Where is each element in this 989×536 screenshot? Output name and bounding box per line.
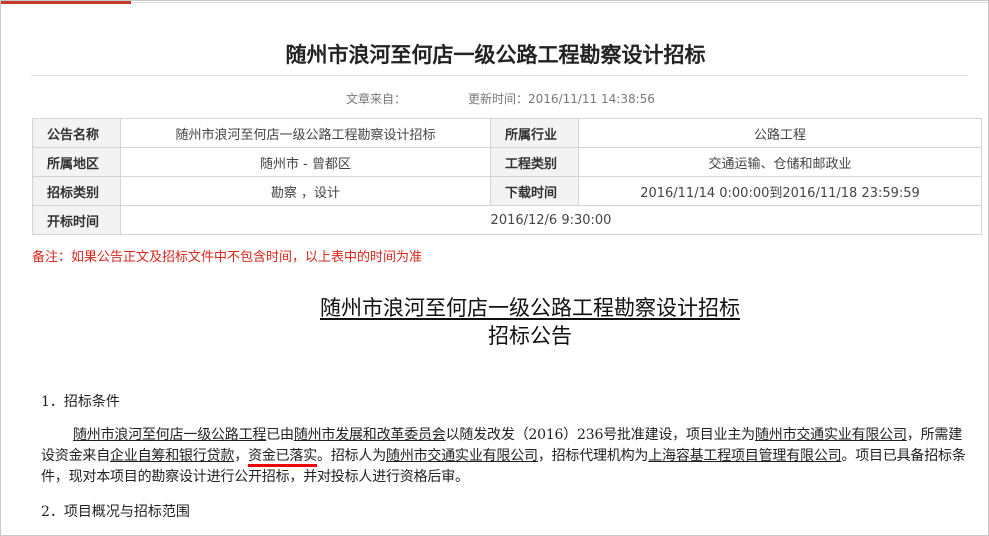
- value-region: 随州市 - 曾都区: [120, 147, 491, 177]
- document-title-line2: 招标公告: [488, 324, 572, 348]
- table-row: 招标类别 勘察 ，设计 下载时间 2016/11/14 0:00:00到2016…: [32, 176, 982, 206]
- note-text: 备注：如果公告正文及招标文件中不包含时间，以上表中的时间为准: [32, 250, 423, 265]
- label-project-category: 工程类别: [490, 147, 579, 177]
- section-heading-1: 1．招标条件: [41, 394, 120, 410]
- label-bid-type: 招标类别: [32, 176, 121, 206]
- table-row: 公告名称 随州市浪河至何店一级公路工程勘察设计招标 所属行业 公路工程: [32, 118, 982, 148]
- tender-agent: 上海容基工程项目管理有限公司: [648, 448, 842, 464]
- project-owner: 随州市交通实业有限公司: [754, 427, 907, 443]
- funding-source: 企业自筹和银行贷款: [110, 448, 235, 464]
- update-time-label: 更新时间：: [468, 92, 529, 106]
- announcement-info-table: 公告名称 随州市浪河至何店一级公路工程勘察设计招标 所属行业 公路工程 所属地区…: [32, 118, 982, 235]
- value-announcement-name: 随州市浪河至何店一级公路工程勘察设计招标: [120, 118, 491, 148]
- page-title: 随州市浪河至何店一级公路工程勘察设计招标: [285, 43, 706, 67]
- top-accent-bar: [1, 1, 131, 4]
- update-time-value: 2016/11/11 14:38:56: [528, 92, 655, 106]
- source-label: 文章来自：: [346, 92, 407, 106]
- label-bid-opening-time: 开标时间: [32, 205, 121, 235]
- title-divider: [31, 75, 968, 76]
- document-title-line1: 随州市浪河至何店一级公路工程勘察设计招标: [320, 296, 740, 320]
- document-title: 随州市浪河至何店一级公路工程勘察设计招标 招标公告: [1, 294, 989, 350]
- article-meta: 文章来自： 更新时间：2016/11/11 14:38:56: [346, 90, 655, 107]
- table-row: 所属地区 随州市 - 曾都区 工程类别 交通运输、仓储和邮政业: [32, 147, 982, 177]
- project-name: 随州市浪河至何店一级公路工程: [73, 427, 267, 443]
- value-download-time: 2016/11/14 0:00:00到2016/11/18 23:59:59: [578, 176, 982, 206]
- table-row: 开标时间 2016/12/6 9:30:00: [32, 205, 982, 235]
- bid-conditions-paragraph: 随州市浪河至何店一级公路工程已由随州市发展和改革委员会以随发改发（2016）23…: [41, 427, 966, 485]
- label-announcement-name: 公告名称: [32, 118, 121, 148]
- label-download-time: 下载时间: [490, 176, 579, 206]
- tenderer: 随州市交通实业有限公司: [386, 448, 538, 464]
- value-bid-type: 勘察 ，设计: [120, 176, 491, 206]
- value-industry: 公路工程: [578, 118, 982, 148]
- approval-authority: 随州市发展和改革委员会: [293, 427, 446, 443]
- section-heading-2: 2．项目概况与招标范围: [41, 504, 190, 520]
- value-project-category: 交通运输、仓储和邮政业: [578, 147, 982, 177]
- label-region: 所属地区: [32, 147, 121, 177]
- funding-status-highlight: 资金已落实: [248, 448, 318, 464]
- value-bid-opening-time: 2016/12/6 9:30:00: [120, 205, 982, 235]
- top-divider: [131, 2, 988, 3]
- page-frame: 随州市浪河至何店一级公路工程勘察设计招标 文章来自： 更新时间：2016/11/1…: [0, 0, 989, 536]
- label-industry: 所属行业: [490, 118, 579, 148]
